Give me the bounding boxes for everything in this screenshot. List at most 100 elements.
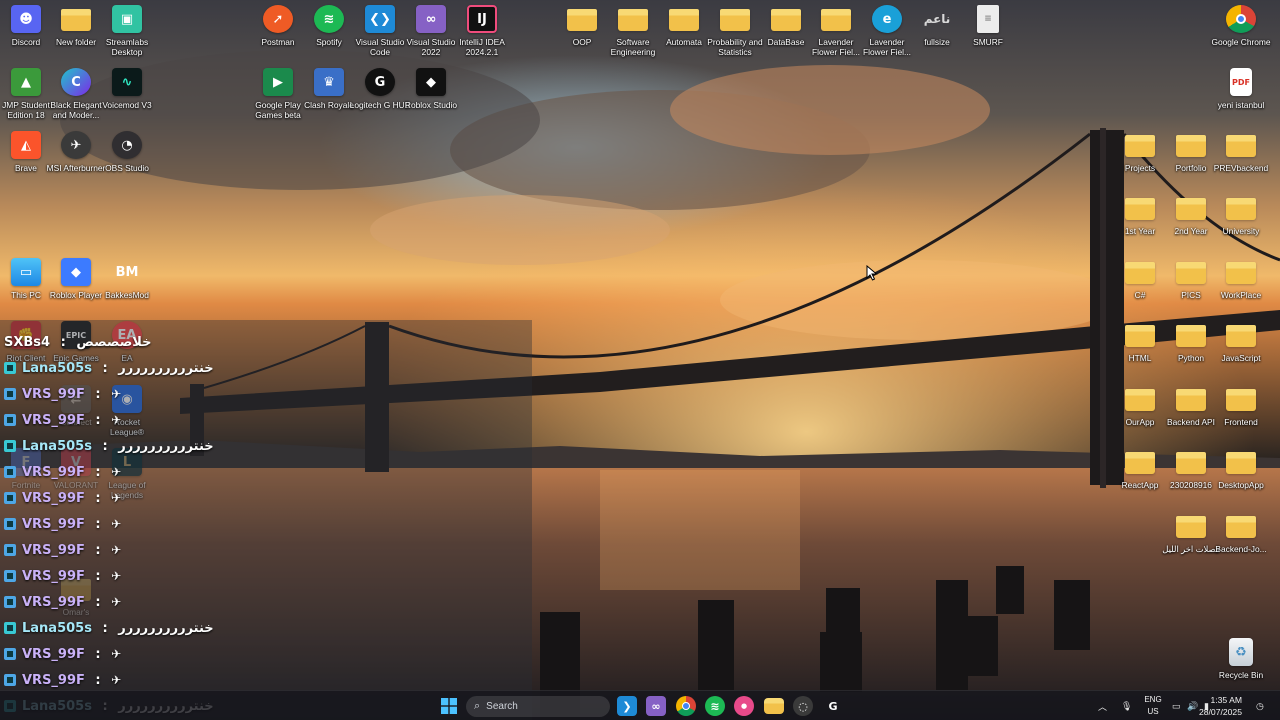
discord-icon: ☻	[11, 5, 41, 33]
chat-username: VRS_99F	[22, 386, 85, 402]
desktop-icon-intellij[interactable]: IJ IntelliJ IDEA 2024.2.1	[456, 5, 508, 57]
chat-message: SXBs4 : خلاصصصص	[4, 332, 152, 352]
desktop-icon-javascript[interactable]: JavaScript	[1215, 321, 1267, 363]
desktop-icon-workplace[interactable]: WorkPlace	[1215, 258, 1267, 300]
desktop-icon-recycle-bin[interactable]: ♻ Recycle Bin	[1215, 638, 1267, 680]
taskbar-spotify-icon[interactable]: ≋	[705, 696, 725, 716]
desktop-icon-msi-afterburner[interactable]: ✈ MSI Afterburner	[47, 131, 105, 173]
chat-username: VRS_99F	[22, 516, 85, 532]
desktop-icon-software-engineering[interactable]: Software Engineering	[607, 5, 659, 57]
desktop-icon-new-folder[interactable]: New folder	[50, 5, 102, 47]
desktop-icon-prevbackend[interactable]: PREVbackend	[1214, 131, 1268, 173]
desktop-icon-frontend[interactable]: Frontend	[1215, 385, 1267, 427]
desktop-icon-fullsize[interactable]: ناعم fullsize	[911, 5, 963, 47]
taskbar-vscode-icon[interactable]: ❯	[617, 696, 637, 716]
tray-notifications-icon[interactable]: ◷	[1256, 691, 1264, 720]
desktop-icon-html[interactable]: HTML	[1114, 321, 1166, 363]
desktop-icon-backend-jo[interactable]: Backend-Jo...	[1215, 512, 1267, 554]
tray-chevron-up-icon[interactable]: ︿	[1098, 691, 1107, 720]
windows-start-icon[interactable]	[439, 696, 459, 716]
taskbar-logitech-icon[interactable]: G	[823, 696, 843, 716]
voicemod-icon: ∿	[112, 68, 142, 96]
chat-message: VRS_99F : ✈	[4, 488, 121, 508]
tray-clock[interactable]: 1:35 AM 28/07/2025	[1182, 694, 1242, 718]
chat-badge-icon	[4, 492, 16, 504]
chat-badge-icon	[4, 440, 16, 452]
desktop-icon-probability[interactable]: Probability and Statistics	[707, 5, 763, 57]
chat-username: VRS_99F	[22, 490, 85, 506]
airplane-emote-icon: ✈	[111, 465, 122, 479]
desktop-icon-vscode[interactable]: ❮❯ Visual Studio Code	[354, 5, 406, 57]
chat-message: VRS_99F : ✈	[4, 644, 121, 664]
clash-royale-icon: ♛	[314, 68, 344, 96]
desktop-icon-1st-year[interactable]: 1st Year	[1114, 194, 1166, 236]
intellij-icon: IJ	[467, 5, 497, 33]
chat-text: خنترررررررررر	[118, 360, 214, 376]
brave-icon: ◭	[11, 131, 41, 159]
desktop-icon-clash-royale[interactable]: ♛ Clash Royale	[303, 68, 355, 110]
desktop-icon-obs[interactable]: ◔ OBS Studio	[101, 131, 153, 173]
chat-badge-icon	[4, 518, 16, 530]
taskbar-app-icon[interactable]: ●	[734, 696, 754, 716]
desktop-icon-university[interactable]: University	[1215, 194, 1267, 236]
desktop-icon-desktopapp[interactable]: DesktopApp	[1215, 448, 1267, 490]
clock-date: 28/07/2025	[1198, 707, 1242, 717]
chat-text: خنترررررررررر	[118, 438, 214, 454]
airplane-emote-icon: ✈	[111, 491, 122, 505]
chat-message: VRS_99F : ✈	[4, 592, 121, 612]
desktop-icon-lavender-folder[interactable]: Lavender Flower Fiel...	[810, 5, 862, 57]
desktop-icon-visual-studio[interactable]: ∞ Visual Studio 2022	[405, 5, 457, 57]
language-code: ENG	[1144, 695, 1162, 704]
desktop-icon-roblox-studio[interactable]: ◆ Roblox Studio	[405, 68, 457, 110]
folder-icon	[1176, 262, 1206, 284]
taskbar-chrome-icon[interactable]	[676, 696, 696, 716]
desktop-icon-canva[interactable]: C Black Elegant and Moder...	[50, 68, 102, 120]
airplane-emote-icon: ✈	[111, 517, 122, 531]
desktop-icon-smurf[interactable]: ≡ SMURF	[962, 5, 1014, 47]
chat-separator: :	[90, 672, 106, 688]
this-pc-icon: ▭	[11, 258, 41, 286]
desktop-icon-postman[interactable]: ➚ Postman	[252, 5, 304, 47]
desktop-icon-yeni-istanbul[interactable]: PDF yeni istanbul	[1215, 68, 1267, 110]
chat-username: VRS_99F	[22, 594, 85, 610]
desktop-icon-google-play-games[interactable]: ▶ Google Play Games beta	[252, 68, 304, 120]
chat-badge-icon	[4, 388, 16, 400]
desktop-icon-bakkesmod[interactable]: BM BakkesMod	[101, 258, 153, 301]
region-code: US	[1147, 707, 1159, 716]
folder-icon	[1176, 516, 1206, 538]
tray-network-icon[interactable]: ▭	[1172, 691, 1181, 720]
desktop-icon-ourapp[interactable]: OurApp	[1114, 385, 1166, 427]
desktop-icon-logitech[interactable]: G Logitech G HUB	[350, 68, 410, 110]
desktop-icon-projects[interactable]: Projects	[1114, 131, 1166, 173]
desktop-icon-roblox-player[interactable]: ◆ Roblox Player	[50, 258, 102, 300]
chat-badge-icon	[4, 414, 16, 426]
desktop-icon-spotify[interactable]: ≋ Spotify	[303, 5, 355, 47]
tray-microphone-icon[interactable]: 🎙	[1121, 691, 1132, 720]
desktop-icon-lavender-edge[interactable]: e Lavender Flower Fiel...	[861, 5, 913, 57]
desktop-icon-streamlabs[interactable]: ▣ Streamlabs Desktop	[101, 5, 153, 57]
tray-language[interactable]: ENG US	[1140, 694, 1166, 718]
taskbar-file-explorer-icon[interactable]	[764, 698, 784, 714]
chat-text: خنترررررررررر	[118, 620, 214, 636]
chat-username: Lana505s	[22, 620, 92, 636]
bakkesmod-icon: BM	[115, 264, 139, 280]
desktop-icon-voicemod[interactable]: ∿ Voicemod V3	[101, 68, 153, 110]
taskbar-visual-studio-icon[interactable]: ∞	[646, 696, 666, 716]
taskbar-search[interactable]: ⌕ Search	[466, 696, 610, 717]
desktop-icon-chrome[interactable]: Google Chrome	[1211, 5, 1271, 47]
chat-separator: :	[90, 516, 106, 532]
desktop-icon-oop[interactable]: OOP	[556, 5, 608, 47]
taskbar-chrome-badge-icon[interactable]: ◌	[793, 696, 813, 716]
folder-icon	[1176, 452, 1206, 474]
chat-badge-icon	[4, 596, 16, 608]
desktop-icon-reactapp[interactable]: ReactApp	[1114, 448, 1166, 490]
chat-separator: :	[90, 412, 106, 428]
desktop-icon-automata[interactable]: Automata	[658, 5, 710, 47]
desktop-icon-csharp[interactable]: C#	[1114, 258, 1166, 300]
folder-icon	[1176, 389, 1206, 411]
chat-badge-icon	[4, 674, 16, 686]
folder-icon	[1226, 516, 1256, 538]
folder-icon	[1125, 262, 1155, 284]
folder-icon	[1176, 198, 1206, 220]
mouse-cursor-icon	[866, 265, 878, 281]
